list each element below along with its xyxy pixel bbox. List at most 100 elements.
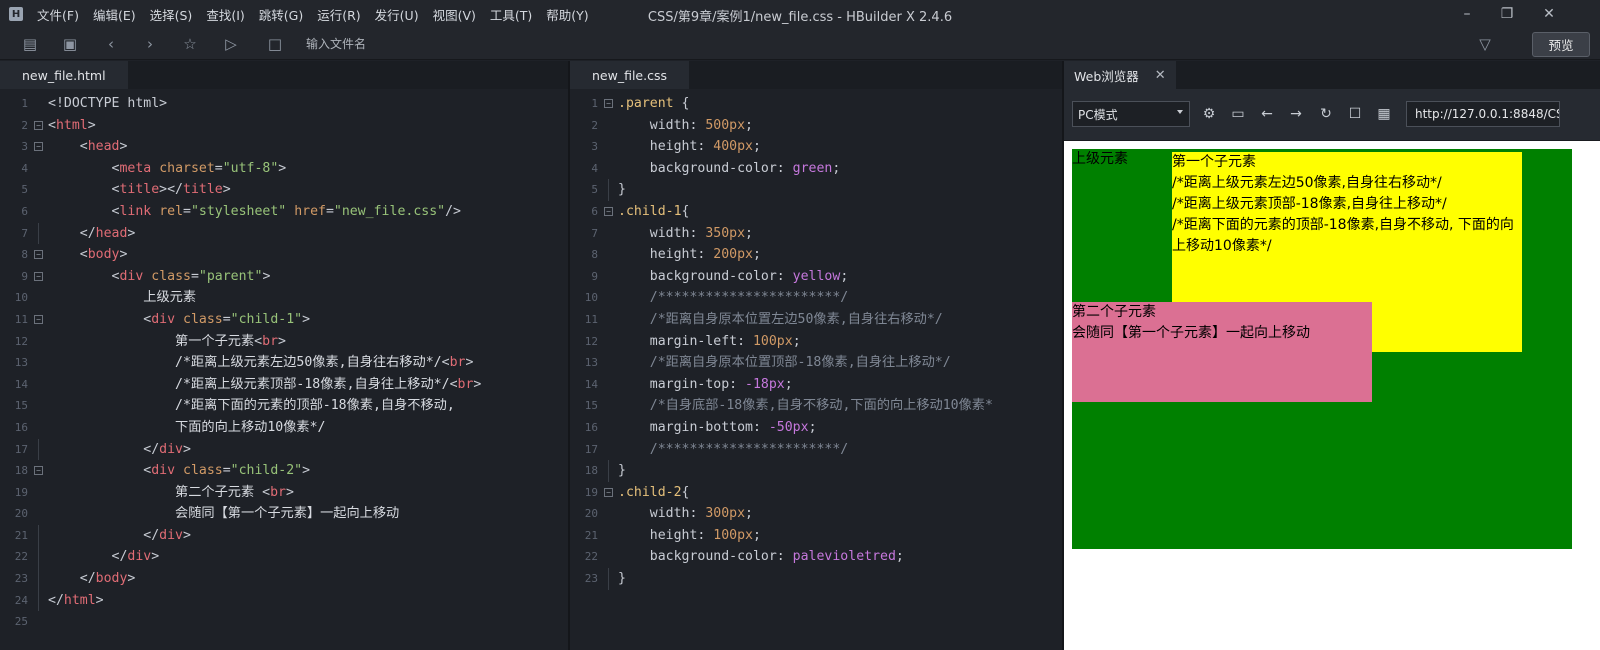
code-line[interactable]: 2 width: 500px; bbox=[570, 115, 1062, 137]
console-icon[interactable]: ▭ bbox=[1229, 105, 1247, 123]
code-line[interactable]: 11 /*距离自身原本位置左边50像素,自身往右移动*/ bbox=[570, 309, 1062, 331]
code-line[interactable]: 9 background-color: yellow; bbox=[570, 266, 1062, 288]
fold-toggle-icon[interactable]: − bbox=[604, 487, 613, 497]
code-line[interactable]: 2− <html> bbox=[0, 115, 568, 137]
code-line[interactable]: 16 margin-bottom: -50px; bbox=[570, 417, 1062, 439]
html-code-area[interactable]: 1 <!DOCTYPE html> 2− <html> 3− <head> 4 <meta… bbox=[0, 89, 568, 633]
new-file-icon[interactable]: ▤ bbox=[21, 35, 39, 53]
tab-web-browser[interactable]: Web浏览器 ✕ bbox=[1064, 61, 1176, 89]
code-line[interactable]: 8− <body> bbox=[0, 244, 568, 266]
device-mode-select[interactable]: PC模式 bbox=[1072, 101, 1190, 127]
restore-icon[interactable]: ❐ bbox=[1492, 3, 1522, 25]
fold-toggle-icon[interactable]: − bbox=[34, 250, 43, 260]
code-line[interactable]: 22 </div> bbox=[0, 546, 568, 569]
code-line[interactable]: 12 第一个子元素<br> bbox=[0, 331, 568, 353]
code-line[interactable]: 21 </div> bbox=[0, 524, 568, 547]
run-icon[interactable]: ▷ bbox=[222, 35, 240, 53]
code-line[interactable]: 9− <div class="parent"> bbox=[0, 266, 568, 288]
tab-new-file-html[interactable]: new_file.html bbox=[0, 61, 128, 89]
code-line[interactable]: 10 /***********************/ bbox=[570, 287, 1062, 309]
code-line[interactable]: 13 /*距离上级元素左边50像素,自身往右移动*/<br> bbox=[0, 352, 568, 374]
code-line[interactable]: 19− .child-2{ bbox=[570, 482, 1062, 504]
code-line[interactable]: 17 /***********************/ bbox=[570, 439, 1062, 461]
fold-toggle-icon[interactable]: − bbox=[604, 206, 613, 216]
code-line[interactable]: 4 <meta charset="utf-8"> bbox=[0, 158, 568, 180]
fold-toggle-icon[interactable]: − bbox=[34, 466, 43, 476]
menu-item[interactable]: 视图(V) bbox=[433, 5, 476, 24]
fold-toggle-icon[interactable]: − bbox=[34, 142, 43, 152]
url-input[interactable] bbox=[1406, 101, 1560, 127]
css-code-area[interactable]: 1− .parent {2 width: 500px; 3 height: 400p… bbox=[570, 89, 1062, 590]
code-line[interactable]: 18} bbox=[570, 460, 1062, 482]
code-line[interactable]: 14 margin-top: -18px; bbox=[570, 374, 1062, 396]
code-line[interactable]: 6 <link rel="stylesheet" href="new_file.… bbox=[0, 201, 568, 223]
menu-item[interactable]: 运行(R) bbox=[317, 5, 360, 24]
code-line[interactable]: 1 <!DOCTYPE html> bbox=[0, 93, 568, 115]
code-text: /***********************/ bbox=[618, 287, 849, 309]
close-tab-icon[interactable]: ✕ bbox=[1155, 68, 1166, 83]
code-line[interactable]: 19 第二个子元素 <br> bbox=[0, 482, 568, 504]
close-window-icon[interactable]: ✕ bbox=[1534, 3, 1564, 25]
fold-toggle-icon[interactable]: − bbox=[34, 271, 43, 281]
fold-toggle-icon[interactable]: − bbox=[34, 314, 43, 324]
code-line[interactable]: 23 </body> bbox=[0, 568, 568, 590]
lock-icon[interactable]: ☐ bbox=[1346, 105, 1364, 123]
code-line[interactable]: 20 会随同【第一个子元素】一起向上移动 bbox=[0, 503, 568, 525]
fold-toggle-icon[interactable]: − bbox=[604, 99, 613, 108]
favorite-star-icon[interactable]: ☆ bbox=[181, 35, 199, 53]
code-line[interactable]: 17 </div> bbox=[0, 438, 568, 461]
line-number: 15 bbox=[14, 399, 28, 413]
code-line[interactable]: 7 width: 350px; bbox=[570, 223, 1062, 245]
fold-toggle-icon[interactable]: − bbox=[34, 120, 43, 130]
tab-new-file-css[interactable]: new_file.css bbox=[570, 61, 689, 89]
code-line[interactable]: 3− <head> bbox=[0, 136, 568, 158]
code-line[interactable]: 14 /*距离上级元素顶部-18像素,自身往上移动*/<br> bbox=[0, 374, 568, 396]
save-icon[interactable]: ▣ bbox=[61, 35, 79, 53]
file-search-input[interactable] bbox=[296, 33, 596, 55]
code-line[interactable]: 4 background-color: green; bbox=[570, 158, 1062, 180]
preview-button[interactable]: 预览 bbox=[1532, 32, 1590, 57]
menu-item[interactable]: 编辑(E) bbox=[93, 5, 136, 24]
menu-item[interactable]: 选择(S) bbox=[150, 5, 193, 24]
code-line[interactable]: 7 </head> bbox=[0, 222, 568, 245]
back-icon[interactable]: ‹ bbox=[102, 35, 120, 53]
code-line[interactable]: 5} bbox=[570, 179, 1062, 201]
filter-icon[interactable]: ▽ bbox=[1476, 35, 1494, 53]
menu-item[interactable]: 查找(I) bbox=[206, 5, 244, 24]
refresh-icon[interactable]: ↻ bbox=[1317, 105, 1335, 123]
code-line[interactable]: 20 width: 300px; bbox=[570, 503, 1062, 525]
code-line[interactable]: 22 background-color: palevioletred; bbox=[570, 546, 1062, 568]
qrcode-icon[interactable]: ▦ bbox=[1375, 105, 1393, 123]
code-line[interactable]: 16 下面的向上移动10像素*/ bbox=[0, 417, 568, 439]
file-search-icon[interactable]: □ bbox=[266, 35, 284, 53]
settings-gear-icon[interactable]: ⚙ bbox=[1200, 105, 1218, 123]
code-line[interactable]: 3 height: 400px; bbox=[570, 136, 1062, 158]
code-text: 第一个子元素<br> bbox=[48, 331, 286, 353]
menu-item[interactable]: 跳转(G) bbox=[259, 5, 303, 24]
menu-item[interactable]: 发行(U) bbox=[375, 5, 419, 24]
code-line[interactable]: 25 bbox=[0, 611, 568, 633]
menu-item[interactable]: 工具(T) bbox=[490, 5, 532, 24]
code-line[interactable]: 1− .parent { bbox=[570, 93, 1062, 115]
code-token: br bbox=[270, 484, 286, 500]
code-line[interactable]: 11− <div class="child-1"> bbox=[0, 309, 568, 331]
code-line[interactable]: 18− <div class="child-2"> bbox=[0, 460, 568, 482]
code-line[interactable]: 5 <title></title> bbox=[0, 179, 568, 201]
code-line[interactable]: 24 </html> bbox=[0, 589, 568, 612]
browser-forward-icon[interactable]: → bbox=[1287, 105, 1305, 123]
browser-back-icon[interactable]: ← bbox=[1258, 105, 1276, 123]
code-line[interactable]: 8 height: 200px; bbox=[570, 244, 1062, 266]
code-line[interactable]: 15 /*距离下面的元素的顶部-18像素,自身不移动, bbox=[0, 395, 568, 417]
menu-item[interactable]: 文件(F) bbox=[37, 5, 79, 24]
minimize-icon[interactable]: – bbox=[1452, 3, 1482, 25]
code-token: > bbox=[119, 139, 128, 155]
code-line[interactable]: 23} bbox=[570, 568, 1062, 590]
code-line[interactable]: 12 margin-left: 100px; bbox=[570, 331, 1062, 353]
menu-item[interactable]: 帮助(Y) bbox=[546, 5, 588, 24]
code-line[interactable]: 15 /*自身底部-18像素,自身不移动,下面的向上移动10像素* bbox=[570, 395, 1062, 417]
code-line[interactable]: 6− .child-1{ bbox=[570, 201, 1062, 223]
code-line[interactable]: 21 height: 100px; bbox=[570, 525, 1062, 547]
code-line[interactable]: 10 上级元素 bbox=[0, 287, 568, 309]
code-line[interactable]: 13 /*距离自身原本位置顶部-18像素,自身往上移动*/ bbox=[570, 352, 1062, 374]
forward-icon[interactable]: › bbox=[141, 35, 159, 53]
